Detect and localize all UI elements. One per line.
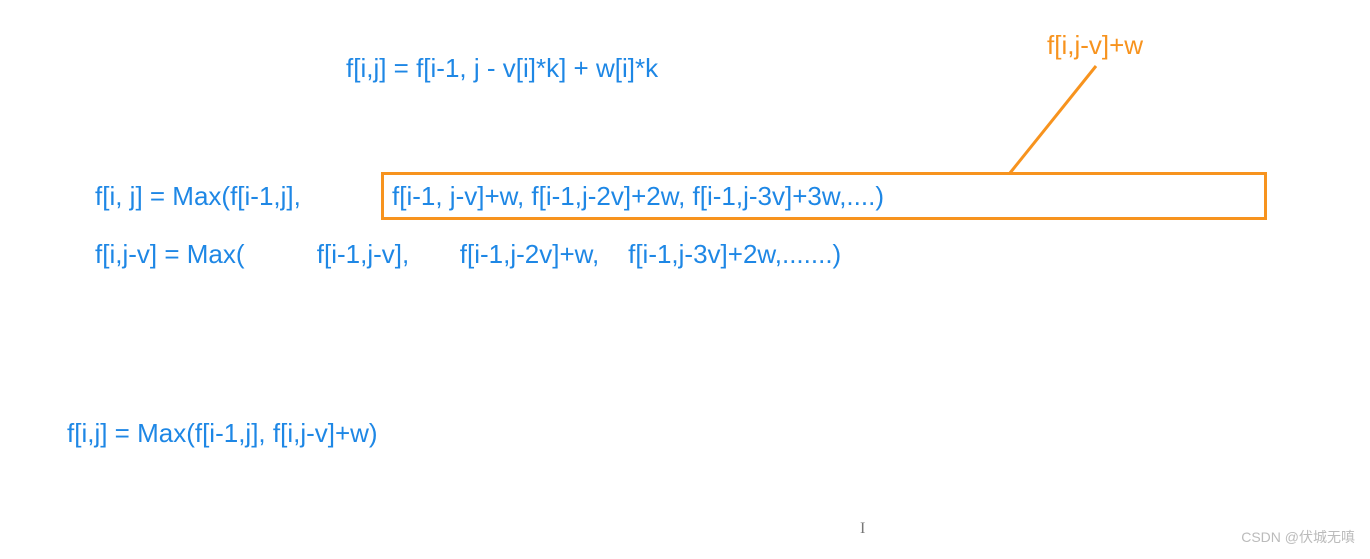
- watermark: CSDN @伏城无嗔: [1241, 527, 1355, 547]
- formula-line-1: f[i,j] = f[i-1, j - v[i]*k] + w[i]*k: [346, 53, 658, 84]
- annotation-label: f[i,j-v]+w: [1047, 30, 1143, 61]
- pointer-line: [0, 0, 1370, 559]
- formula-line-3: f[i,j-v] = Max( f[i-1,j-v], f[i-1,j-2v]+…: [95, 239, 841, 270]
- text-cursor: I: [860, 520, 865, 538]
- formula-line-4: f[i,j] = Max(f[i-1,j], f[i,j-v]+w): [67, 418, 378, 449]
- formula-line-2-boxed: f[i-1, j-v]+w, f[i-1,j-2v]+2w, f[i-1,j-3…: [392, 181, 884, 212]
- formula-line-2-left: f[i, j] = Max(f[i-1,j],: [95, 181, 301, 212]
